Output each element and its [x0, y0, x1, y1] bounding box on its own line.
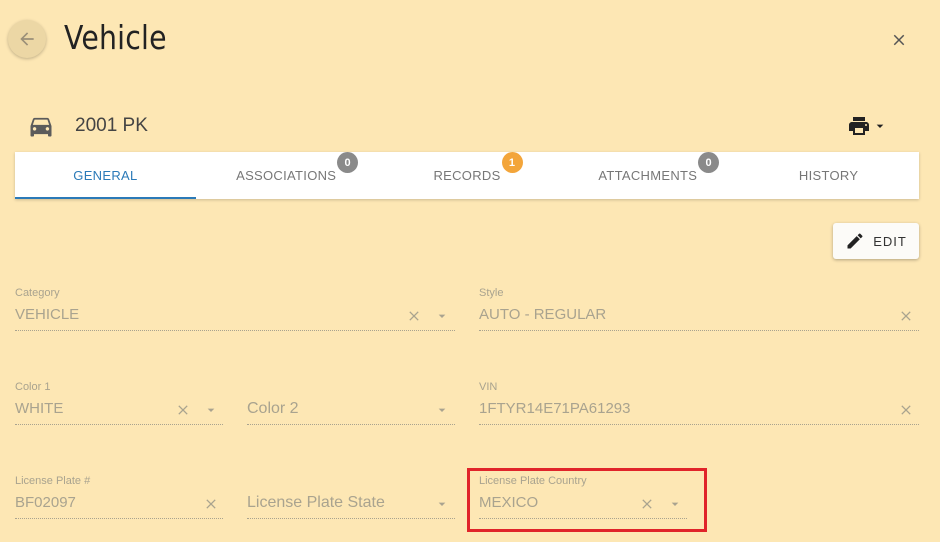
tab-label: RECORDS: [433, 168, 501, 183]
license-plate-label: License Plate #: [15, 475, 91, 487]
color1-label: Color 1: [15, 381, 51, 393]
clear-icon[interactable]: [897, 401, 915, 419]
dropdown-arrow-icon[interactable]: [433, 495, 451, 513]
clear-icon[interactable]: [174, 401, 192, 419]
field-underline: [479, 424, 919, 425]
pencil-icon: [847, 233, 863, 249]
vin-label: VIN: [479, 381, 498, 393]
vin-field[interactable]: VIN 1FTYR14E71PA61293: [479, 381, 919, 427]
count-badge: 1: [501, 152, 523, 173]
tab-associations[interactable]: ASSOCIATIONS 0: [196, 152, 377, 199]
license-plate-state-field[interactable]: License Plate State: [247, 475, 455, 521]
tab-general[interactable]: GENERAL: [15, 152, 196, 199]
style-label: Style: [479, 287, 504, 299]
license-plate-state-placeholder: License Plate State: [247, 494, 385, 511]
style-value: AUTO - REGULAR: [479, 306, 607, 323]
color1-field[interactable]: Color 1 WHITE: [15, 381, 223, 427]
tab-label: ATTACHMENTS: [598, 168, 698, 183]
highlight-box: [467, 468, 707, 532]
printer-icon: [849, 117, 869, 135]
field-underline: [15, 518, 223, 519]
count-badge: 0: [698, 152, 720, 173]
print-menu-button[interactable]: [846, 114, 892, 138]
color2-field[interactable]: Color 2: [247, 381, 455, 427]
tab-label: ASSOCIATIONS: [236, 168, 337, 183]
category-field[interactable]: Category VEHICLE: [15, 287, 455, 333]
tab-history[interactable]: HISTORY: [738, 152, 919, 199]
back-button[interactable]: [8, 20, 46, 58]
field-underline: [15, 330, 455, 331]
field-underline: [247, 424, 455, 425]
field-underline: [479, 330, 919, 331]
license-plate-value: BF02097: [15, 494, 76, 511]
edit-button-label: EDIT: [873, 233, 907, 249]
category-value: VEHICLE: [15, 306, 80, 323]
vin-value: 1FTYR14E71PA61293: [479, 400, 631, 417]
field-underline: [15, 424, 223, 425]
caret-down-icon: [876, 124, 884, 128]
car-icon: [30, 117, 52, 137]
dropdown-arrow-icon[interactable]: [202, 401, 220, 419]
tab-attachments[interactable]: ATTACHMENTS 0: [557, 152, 738, 199]
license-plate-field[interactable]: License Plate # BF02097: [15, 475, 223, 521]
arrow-left-icon: [20, 32, 34, 46]
field-underline: [247, 518, 455, 519]
category-label: Category: [15, 287, 60, 299]
edit-button[interactable]: EDIT: [833, 223, 919, 259]
tab-bar: GENERAL ASSOCIATIONS 0 RECORDS 1 ATTACHMEN…: [15, 152, 919, 199]
clear-icon[interactable]: [202, 495, 220, 513]
vehicle-name: 2001 PK: [75, 115, 148, 136]
style-field[interactable]: Style AUTO - REGULAR: [479, 287, 919, 333]
close-icon: [893, 34, 905, 46]
clear-icon[interactable]: [405, 307, 423, 325]
close-button[interactable]: [887, 28, 911, 52]
page-title: Vehicle: [64, 18, 167, 57]
count-badge: 0: [337, 152, 359, 173]
dropdown-arrow-icon[interactable]: [433, 401, 451, 419]
tab-label: GENERAL: [73, 168, 138, 183]
tab-label: HISTORY: [798, 168, 859, 183]
tab-records[interactable]: RECORDS 1: [377, 152, 558, 199]
color2-placeholder: Color 2: [247, 400, 299, 417]
dropdown-arrow-icon[interactable]: [433, 307, 451, 325]
clear-icon[interactable]: [897, 307, 915, 325]
color1-value: WHITE: [15, 400, 64, 417]
